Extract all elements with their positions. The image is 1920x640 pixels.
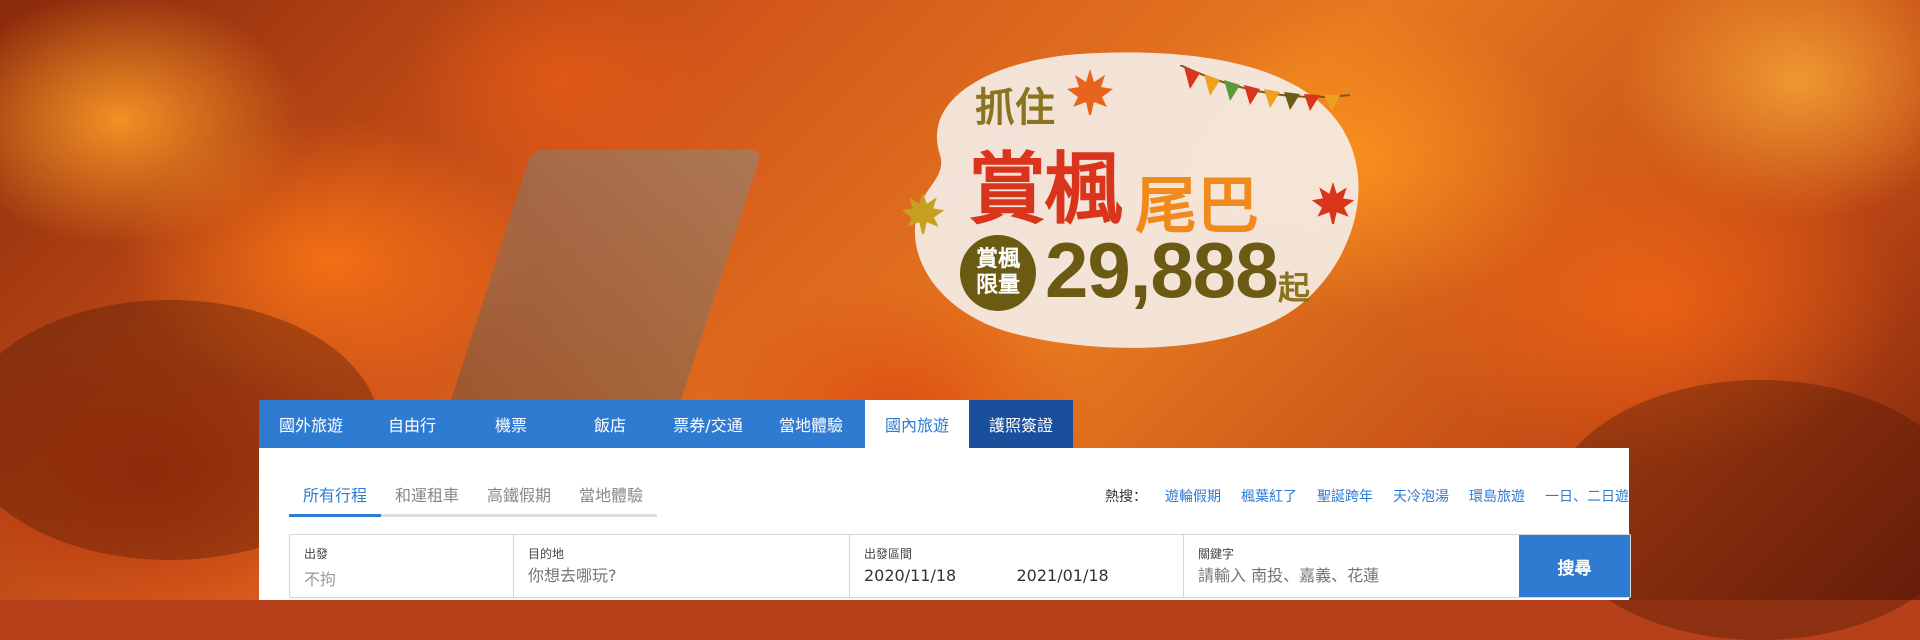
tab-label: 當地體驗	[778, 416, 843, 435]
destination-label: 目的地	[528, 547, 565, 561]
sub-tabs: 所有行程 和運租車 高鐵假期 當地體驗	[289, 482, 658, 517]
promo-price-suffix: 起	[1278, 269, 1311, 307]
hot-search-link[interactable]: 一日、二日遊	[1545, 486, 1629, 506]
tab-label: 護照簽證	[988, 416, 1053, 435]
subtab-all-itineraries[interactable]: 所有行程	[289, 482, 382, 517]
promo-line1: 抓住	[975, 85, 1055, 131]
hot-search-link[interactable]: 遊輪假期	[1165, 486, 1221, 506]
promo-price: 29,888	[1045, 226, 1279, 314]
hot-search-link[interactable]: 環島旅遊	[1469, 486, 1525, 506]
tab-hotels[interactable]: 飯店	[561, 400, 659, 448]
hot-searches: 熱搜： 遊輪假期 楓葉紅了 聖誕跨年 天冷泡湯 環島旅遊 一日、二日遊	[1105, 486, 1629, 506]
tab-label: 票券/交通	[673, 416, 743, 435]
bunting-decoration	[1180, 65, 1350, 111]
departure-field[interactable]: 出發 不拘	[290, 535, 514, 597]
search-button[interactable]: 搜尋	[1519, 535, 1630, 597]
date-range-label: 出發區間	[864, 547, 913, 561]
tab-passport-visa[interactable]: 護照簽證	[969, 400, 1073, 448]
keyword-label: 關鍵字	[1198, 547, 1235, 561]
maple-leaf-icon	[1067, 69, 1113, 115]
promo-limited-badge: 賞楓 限量	[960, 235, 1036, 311]
date-to[interactable]: 2021/01/18	[1017, 566, 1170, 585]
search-form: 出發 不拘 目的地 出發區間 2020/11/18 2021/01/18 關鍵字…	[289, 534, 1631, 598]
departure-label: 出發	[304, 547, 329, 561]
tab-label: 國外旅遊	[278, 416, 343, 435]
tab-flights[interactable]: 機票	[461, 400, 561, 448]
tab-label: 國內旅遊	[884, 416, 949, 435]
date-from[interactable]: 2020/11/18	[864, 566, 1017, 585]
tab-overseas-travel[interactable]: 國外旅遊	[259, 400, 363, 448]
date-range-field[interactable]: 出發區間 2020/11/18 2021/01/18	[850, 535, 1184, 597]
destination-field[interactable]: 目的地	[514, 535, 850, 597]
subtab-car-rental[interactable]: 和運租車	[381, 482, 474, 517]
promo-badge-bottom: 限量	[975, 273, 1020, 298]
tab-domestic-travel[interactable]: 國內旅遊	[865, 400, 969, 448]
tab-local-experience[interactable]: 當地體驗	[757, 400, 865, 448]
keyword-field[interactable]: 關鍵字	[1184, 535, 1519, 597]
tab-tickets-transport[interactable]: 票券/交通	[659, 400, 757, 448]
hot-search-link[interactable]: 天冷泡湯	[1393, 486, 1449, 506]
tab-label: 飯店	[593, 416, 626, 435]
promo-badge[interactable]: 抓住 賞楓 尾巴 賞楓 限量 29,888 起	[880, 35, 1370, 355]
tab-free-travel[interactable]: 自由行	[363, 400, 461, 448]
product-tabs: 國外旅遊 自由行 機票 飯店 票券/交通 當地體驗 國內旅遊 護照簽證	[259, 400, 1073, 448]
promo-badge-top: 賞楓	[975, 247, 1020, 272]
subtab-hsr-package[interactable]: 高鐵假期	[473, 482, 566, 517]
subtab-local-experience[interactable]: 當地體驗	[565, 482, 658, 517]
tab-label: 機票	[494, 416, 527, 435]
hot-search-link[interactable]: 楓葉紅了	[1241, 486, 1297, 506]
tab-label: 自由行	[387, 416, 436, 435]
keyword-input[interactable]	[1198, 566, 1505, 585]
destination-input[interactable]	[528, 566, 835, 585]
promo-headline: 賞楓	[968, 145, 1122, 235]
maple-leaf-icon	[1311, 181, 1355, 225]
hot-searches-label: 熱搜：	[1105, 489, 1147, 505]
departure-value: 不拘	[304, 570, 337, 589]
maple-leaf-icon	[901, 191, 945, 235]
hot-search-link[interactable]: 聖誕跨年	[1317, 486, 1373, 506]
search-panel: 所有行程 和運租車 高鐵假期 當地體驗 熱搜： 遊輪假期 楓葉紅了 聖誕跨年 天…	[259, 448, 1631, 600]
